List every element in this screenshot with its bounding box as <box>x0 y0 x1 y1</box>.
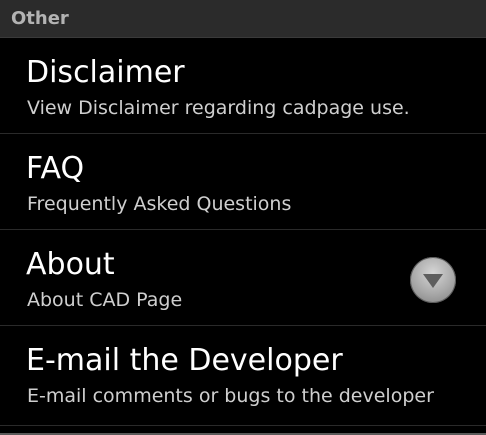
pref-summary: View Disclaimer regarding cadpage use. <box>27 97 410 119</box>
chevron-down-icon[interactable] <box>410 257 456 303</box>
pref-summary: About CAD Page <box>27 289 183 311</box>
pref-item-about[interactable]: About About CAD Page <box>0 230 486 326</box>
chevron-down-icon-glyph <box>423 274 443 288</box>
pref-title: About <box>26 247 115 282</box>
preference-list: Disclaimer View Disclaimer regarding cad… <box>0 38 486 426</box>
pref-title: Disclaimer <box>26 55 185 90</box>
section-header-other: Other <box>0 0 486 38</box>
section-title: Other <box>11 8 69 29</box>
pref-summary: E-mail comments or bugs to the developer <box>27 385 434 407</box>
pref-item-email-developer[interactable]: E-mail the Developer E-mail comments or … <box>0 326 486 426</box>
pref-summary: Frequently Asked Questions <box>27 193 292 215</box>
pref-item-faq[interactable]: FAQ Frequently Asked Questions <box>0 134 486 230</box>
pref-title: FAQ <box>26 151 85 186</box>
pref-item-disclaimer[interactable]: Disclaimer View Disclaimer regarding cad… <box>0 38 486 134</box>
pref-title: E-mail the Developer <box>26 343 343 378</box>
